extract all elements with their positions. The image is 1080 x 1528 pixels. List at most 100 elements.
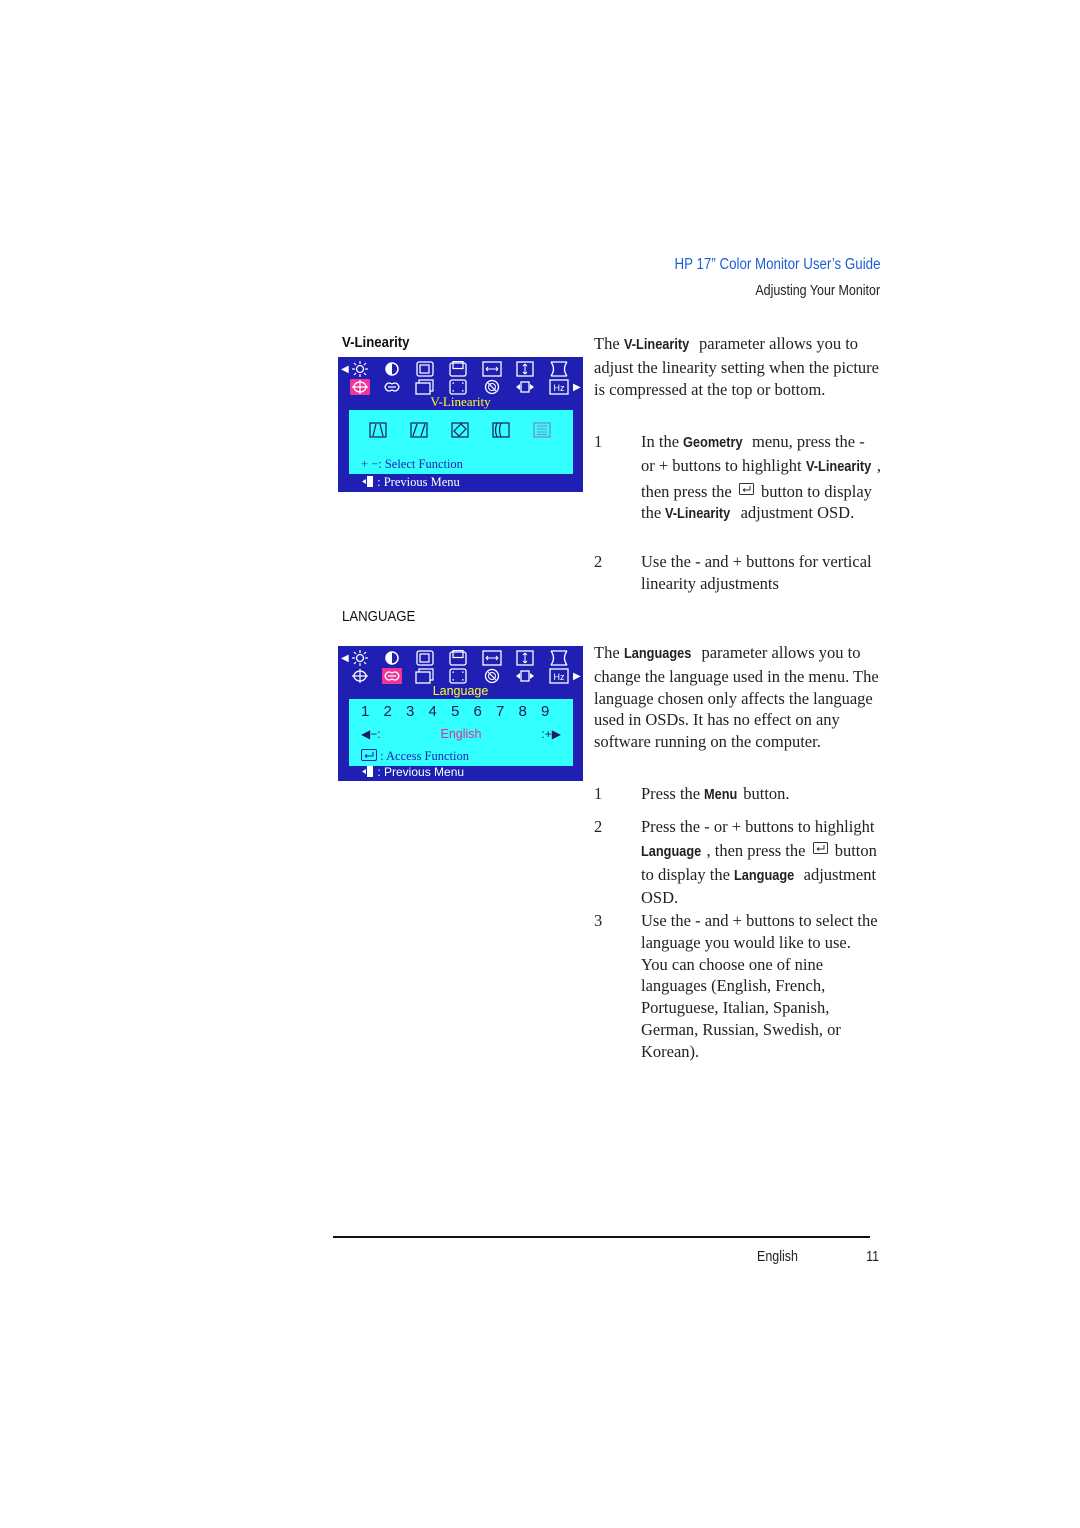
section-label-language: LANGUAGE [342, 608, 416, 625]
keyword: V-Linearity [623, 337, 690, 353]
step-text: Press the Menu button. [641, 783, 881, 807]
previous-menu-label: : Previous Menu [377, 475, 460, 489]
osd-icon-grid: ◀ Hz ▶ [338, 359, 583, 397]
language-intro: The Languages parameter allows you to ch… [594, 643, 879, 752]
step-number: 2 [594, 552, 603, 571]
parallelogram-icon [410, 422, 428, 438]
left-arrow-icon: ◀ [341, 653, 349, 664]
h-size-icon [482, 650, 502, 666]
recall-icon [415, 379, 435, 395]
language-option-8: 8 [518, 703, 527, 720]
access-function-label: : Access Function [380, 749, 470, 763]
osd-icon-grid: ◀ Hz ▶ [338, 648, 583, 686]
osd-title: V-Linearity [430, 394, 491, 409]
select-function-hint: + −: Select Function [361, 457, 463, 471]
language-osd-screenshot: ◀ Hz ▶ Language 1 2 3 4 5 6 7 8 9 ◀−: En… [338, 646, 583, 781]
keyword: V-Linearity [805, 458, 871, 475]
page-number: 11 [866, 1249, 879, 1265]
exit-icon [362, 476, 374, 487]
vlinearity-osd-screenshot: ◀ Hz ▶ V-Linearity + −: Select Function … [338, 357, 583, 492]
contrast-icon [382, 650, 402, 666]
pincushion-icon [549, 361, 569, 377]
enter-button-icon [738, 479, 754, 495]
v-size-icon [515, 361, 535, 377]
step-number: 2 [594, 817, 603, 836]
geometry-icon [350, 668, 370, 684]
language-option-3: 3 [406, 703, 415, 720]
language-option-1: 1 [361, 703, 370, 720]
contrast-icon [382, 361, 402, 377]
language-icon [382, 668, 402, 684]
zoom-icon [448, 379, 468, 395]
trapezoid-icon [369, 422, 387, 438]
keyword: Languages [623, 646, 692, 662]
frequency-icon: Hz [549, 668, 569, 684]
step-number: 3 [594, 911, 603, 930]
h-size-icon [482, 361, 502, 377]
step-number: 1 [594, 784, 603, 803]
degauss-icon [482, 668, 502, 684]
current-language-value: English [440, 727, 482, 741]
document-title: HP 17” Color Monitor User’s Guide [674, 256, 880, 273]
language-value-row: ◀−: English :+▶ [349, 727, 573, 743]
language-option-5: 5 [451, 703, 460, 720]
frequency-icon: Hz [549, 379, 569, 395]
keyword: Language [734, 867, 795, 884]
h-position-icon [415, 361, 435, 377]
osd-function-panel: + −: Select Function [348, 409, 574, 475]
zoom-icon [448, 668, 468, 684]
keyword: Geometry [683, 435, 743, 451]
keyword: V-Linearity [665, 506, 731, 523]
svg-text:Hz: Hz [554, 672, 565, 682]
language-option-4: 4 [428, 703, 437, 720]
brightness-icon [350, 361, 370, 377]
osd-title: Language [432, 684, 489, 698]
language-number-row: 1 2 3 4 5 6 7 8 9 [361, 703, 561, 723]
brightness-icon [350, 650, 370, 666]
access-function-hint: : Access Function [361, 749, 469, 764]
step-number: 1 [594, 432, 603, 451]
vlinearity-intro: The V-Linearity parameter allows you to … [594, 334, 880, 399]
step-text: In the Geometry menu, press the - or + b… [641, 431, 881, 526]
previous-menu-label: : Previous Menu [377, 765, 465, 779]
degauss-icon [482, 379, 502, 395]
moire-icon [515, 668, 535, 684]
increase-control: :+▶ [541, 727, 561, 741]
exit-icon [362, 766, 374, 777]
function-icon-row [369, 422, 559, 440]
language-icon [382, 379, 402, 395]
step-text: Press the - or + buttons to highlight La… [641, 817, 877, 908]
osd-language-panel: 1 2 3 4 5 6 7 8 9 ◀−: English :+▶ : Acce… [348, 698, 574, 767]
keyword: Menu [704, 787, 738, 803]
left-arrow-icon: ◀ [341, 364, 349, 375]
geometry-icon [350, 379, 370, 395]
vlinearity-icon [533, 422, 551, 438]
right-arrow-icon: ▶ [573, 671, 581, 682]
pincushion-icon [549, 650, 569, 666]
right-arrow-icon: ▶ [573, 382, 581, 393]
language-option-6: 6 [473, 703, 482, 720]
v-position-icon [448, 650, 468, 666]
svg-text:Hz: Hz [554, 383, 565, 393]
moire-icon [515, 379, 535, 395]
rotation-icon [451, 422, 469, 438]
v-size-icon [515, 650, 535, 666]
section-label-vlinearity: V-Linearity [342, 334, 410, 351]
language-option-9: 9 [541, 703, 550, 720]
step-text: Use the - and + buttons for vertical lin… [641, 552, 872, 593]
language-option-2: 2 [383, 703, 392, 720]
h-position-icon [415, 650, 435, 666]
v-position-icon [448, 361, 468, 377]
step-text: Use the - and + buttons to select the la… [641, 911, 878, 1061]
osd-footer: : Previous Menu [362, 475, 460, 490]
chapter-title: Adjusting Your Monitor [755, 283, 880, 299]
enter-icon [361, 749, 377, 761]
language-option-7: 7 [496, 703, 505, 720]
keyword: Language [641, 843, 702, 860]
osd-footer: : Previous Menu [362, 765, 464, 779]
footer-rule [333, 1236, 870, 1238]
footer-language: English [757, 1249, 798, 1265]
enter-button-icon [812, 838, 828, 854]
recall-icon [415, 668, 435, 684]
pinbalance-icon [492, 422, 510, 438]
